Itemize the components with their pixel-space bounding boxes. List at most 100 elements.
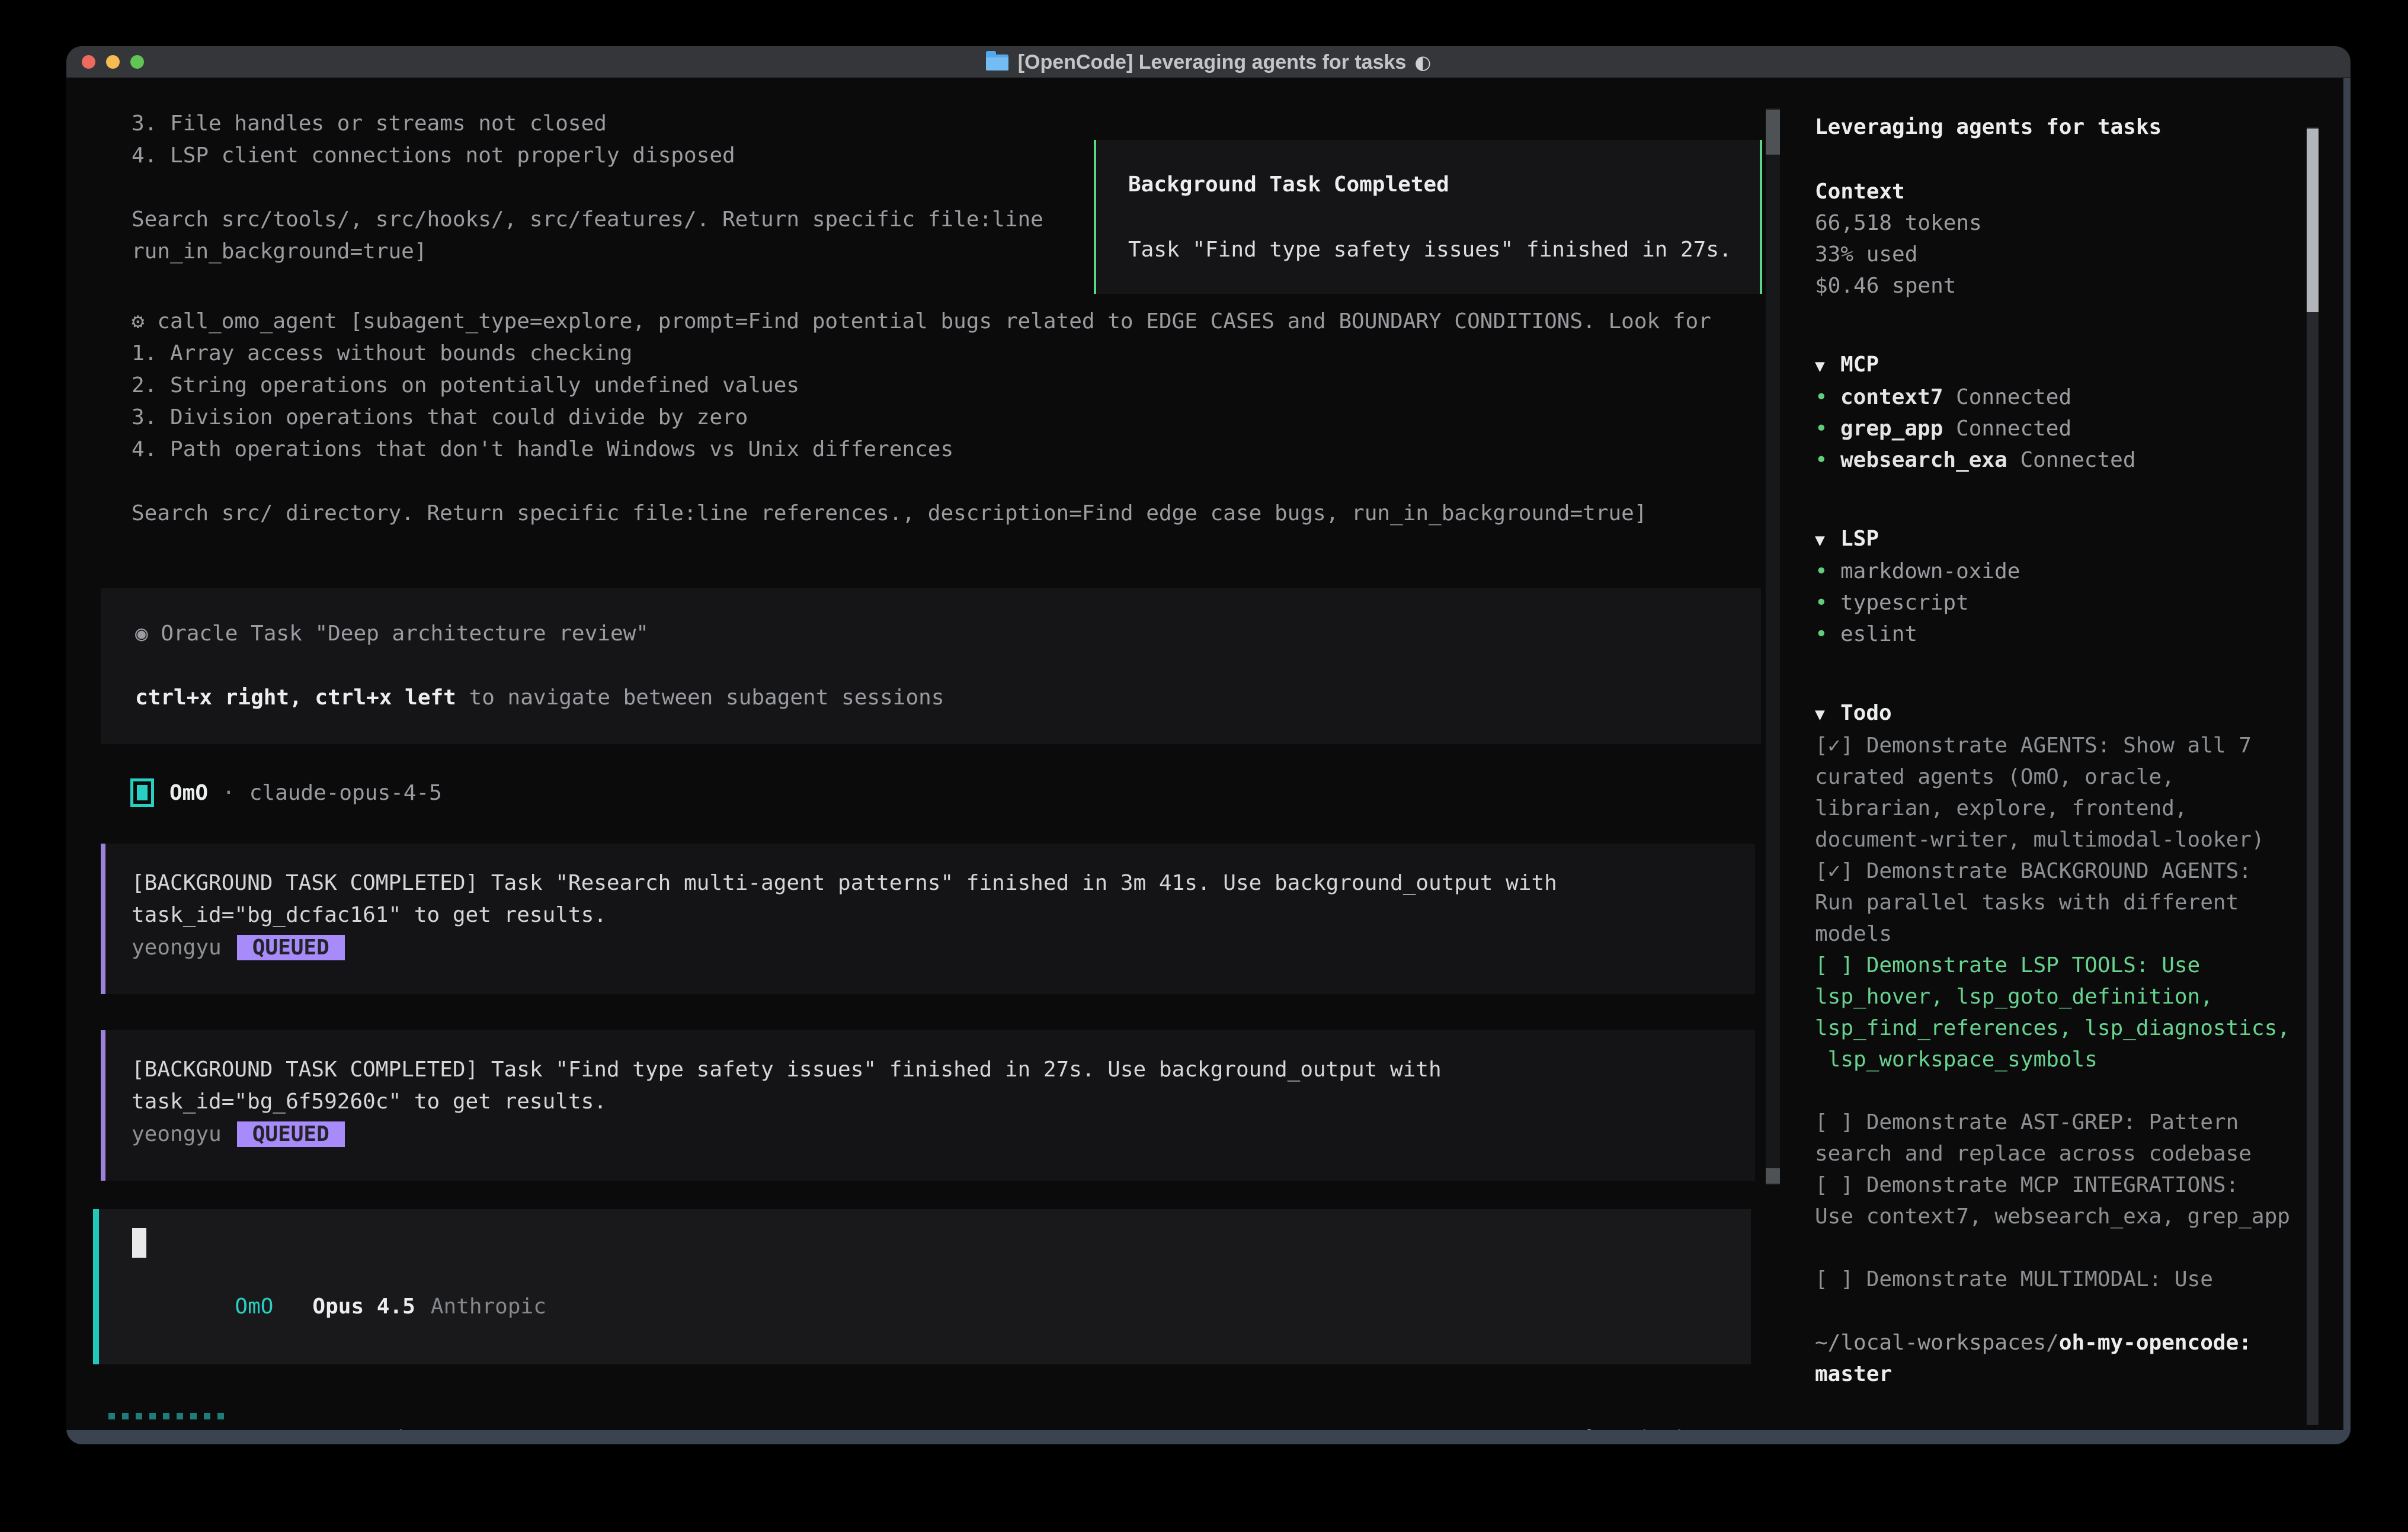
text-line: 3. Division operations that could divide… [132, 402, 1711, 434]
status-dot-icon: • [1815, 556, 1840, 587]
progress-dot-icon [204, 1413, 210, 1419]
text-line: [✓] Demonstrate BACKGROUND AGENTS: [1815, 855, 2311, 887]
chat-scrollbar[interactable] [1766, 108, 1780, 1185]
todo-heading[interactable]: ▼ Todo [1815, 697, 2311, 730]
task-line-1: [BACKGROUND TASK COMPLETED] Task "Resear… [132, 867, 1755, 899]
context-stats: 66,518 tokens33% used$0.46 spent [1815, 207, 2311, 302]
status-dot-icon: • [1815, 587, 1840, 618]
text-line [1815, 1232, 2311, 1264]
progress-dot-icon [177, 1413, 183, 1419]
text-line: $0.46 spent [1815, 270, 2311, 302]
input-agent-name: OmO [235, 1294, 273, 1319]
text-line: ▼ LSP [1815, 523, 2311, 556]
titlebar: [OpenCode] Leveraging agents for tasks ◐ [66, 46, 2351, 78]
folder-icon [986, 55, 1008, 70]
task-user: yeongyu [132, 935, 222, 960]
text-line: • websearch_exa Connected [1815, 444, 2311, 476]
text-line [132, 466, 1711, 498]
text-line [132, 172, 1043, 204]
prompt-input[interactable]: OmOOpus 4.5Anthropic [93, 1209, 1751, 1364]
text-line: ⚙ call_omo_agent [subagent_type=explore,… [132, 306, 1711, 338]
text-line: master [1815, 1358, 2311, 1390]
status-dot-icon: • [1815, 413, 1840, 444]
text-line: Search src/tools/, src/hooks/, src/featu… [132, 204, 1043, 236]
text-line: models [1815, 918, 2311, 950]
mcp-list: • context7 Connected• grep_app Connected… [1815, 382, 2311, 476]
background-task-message: [BACKGROUND TASK COMPLETED] Task "Find t… [101, 1030, 1755, 1181]
text-line: • markdown-oxide [1815, 556, 2311, 587]
scrollbar-thumb[interactable] [1766, 1168, 1780, 1184]
collapse-arrow-icon: ▼ [1815, 698, 1840, 730]
oracle-task-box: ◉ Oracle Task "Deep architecture review"… [101, 588, 1761, 744]
task-footer: yeongyu QUEUED [132, 931, 1755, 963]
text-line: 2. String operations on potentially unde… [132, 370, 1711, 402]
text-line: curated agents (OmO, oracle, [1815, 761, 2311, 793]
text-line: ▼ Todo [1815, 697, 2311, 730]
text-line: ~/local-workspaces/oh-my-opencode: [1815, 1327, 2311, 1358]
progress-dot-icon [217, 1413, 224, 1419]
lsp-list: • markdown-oxide• typescript• eslint [1815, 556, 2311, 650]
content-area: 3. File handles or streams not closed4. … [66, 78, 2343, 1430]
text-line: lsp_hover, lsp_goto_definition, [1815, 981, 2311, 1012]
agent-header: OmO · claude-opus-4-5 [130, 777, 442, 808]
oracle-icon: ◉ [135, 621, 161, 646]
text-line: 1. Array access without bounds checking [132, 338, 1711, 370]
task-line-2: task_id="bg_6f59260c" to get results. [132, 1086, 1755, 1118]
sidebar-scrollbar[interactable] [2307, 127, 2319, 1425]
session-title: Leveraging agents for tasks [1815, 111, 2311, 143]
collapse-arrow-icon: ▼ [1815, 524, 1840, 556]
status-badge: QUEUED [237, 935, 345, 960]
spinner-icon: ◐ [1414, 51, 1431, 73]
text-line: 33% used [1815, 239, 2311, 270]
text-line: [ ] Demonstrate AST-GREP: Pattern [1815, 1107, 2311, 1138]
status-dot-icon: • [1815, 444, 1840, 476]
scrollbar-thumb[interactable] [1766, 110, 1780, 155]
text-line: ◉ Oracle Task "Deep architecture review" [135, 618, 1761, 650]
text-line: document-writer, multimodal-looker) [1815, 824, 2311, 855]
text-line [135, 650, 1761, 682]
text-line: • grep_app Connected [1815, 413, 2311, 444]
text-line: run_in_background=true] [132, 236, 1043, 268]
task-footer: yeongyu QUEUED [132, 1118, 1755, 1150]
mcp-heading[interactable]: ▼ MCP [1815, 349, 2311, 382]
text-line: • eslint [1815, 618, 2311, 650]
text-line: 4. LSP client connections not properly d… [132, 140, 1043, 172]
status-dot-icon: • [1815, 618, 1840, 650]
scrollbar-thumb[interactable] [2307, 129, 2319, 312]
text-line: lsp_find_references, lsp_diagnostics, [1815, 1012, 2311, 1044]
text-line: lsp_workspace_symbols [1815, 1044, 2311, 1075]
text-line: librarian, explore, frontend, [1815, 793, 2311, 824]
workspace-path: ~/local-workspaces/oh-my-opencode:master [1815, 1327, 2311, 1390]
text-line: 3. File handles or streams not closed [132, 108, 1043, 140]
notification-toast[interactable]: Background Task Completed Task "Find typ… [1094, 140, 1762, 294]
status-dot-icon: • [1815, 382, 1840, 413]
agent-name: OmO [169, 781, 208, 805]
agent-icon [130, 778, 154, 807]
context-heading: Context [1815, 176, 2311, 207]
progress-dot-icon [108, 1413, 115, 1419]
text-cursor [132, 1228, 146, 1258]
text-line: Use context7, websearch_exa, grep_app [1815, 1201, 2311, 1232]
lsp-heading[interactable]: ▼ LSP [1815, 523, 2311, 556]
model-row: OmOOpus 4.5Anthropic [132, 1270, 546, 1343]
notification-title: Background Task Completed [1128, 172, 1760, 198]
text-line: search and replace across codebase [1815, 1138, 2311, 1169]
text-line: Search src/ directory. Return specific f… [132, 498, 1711, 530]
text-line: [ ] Demonstrate LSP TOOLS: Use [1815, 950, 2311, 981]
text-line: [ ] Demonstrate MULTIMODAL: Use [1815, 1264, 2311, 1295]
text-line: [✓] Demonstrate AGENTS: Show all 7 [1815, 730, 2311, 761]
collapse-arrow-icon: ▼ [1815, 350, 1840, 382]
progress-dot-icon [122, 1413, 129, 1419]
app-window: [OpenCode] Leveraging agents for tasks ◐… [66, 46, 2351, 1444]
text-line: ▼ MCP [1815, 349, 2311, 382]
progress-dot-icon [149, 1413, 156, 1419]
task-line-1: [BACKGROUND TASK COMPLETED] Task "Find t… [132, 1054, 1755, 1086]
text-line: 66,518 tokens [1815, 207, 2311, 239]
window-bottom-edge [66, 1430, 2351, 1444]
background-task-message: [BACKGROUND TASK COMPLETED] Task "Resear… [101, 844, 1755, 994]
sidebar: Leveraging agents for tasks Context 66,5… [1815, 78, 2311, 1430]
task-line-2: task_id="bg_dcfac161" to get results. [132, 899, 1755, 931]
text-line [1815, 1075, 2311, 1107]
input-model-name: Opus 4.5 [312, 1294, 415, 1319]
chat-log-top: 3. File handles or streams not closed4. … [132, 108, 1043, 268]
